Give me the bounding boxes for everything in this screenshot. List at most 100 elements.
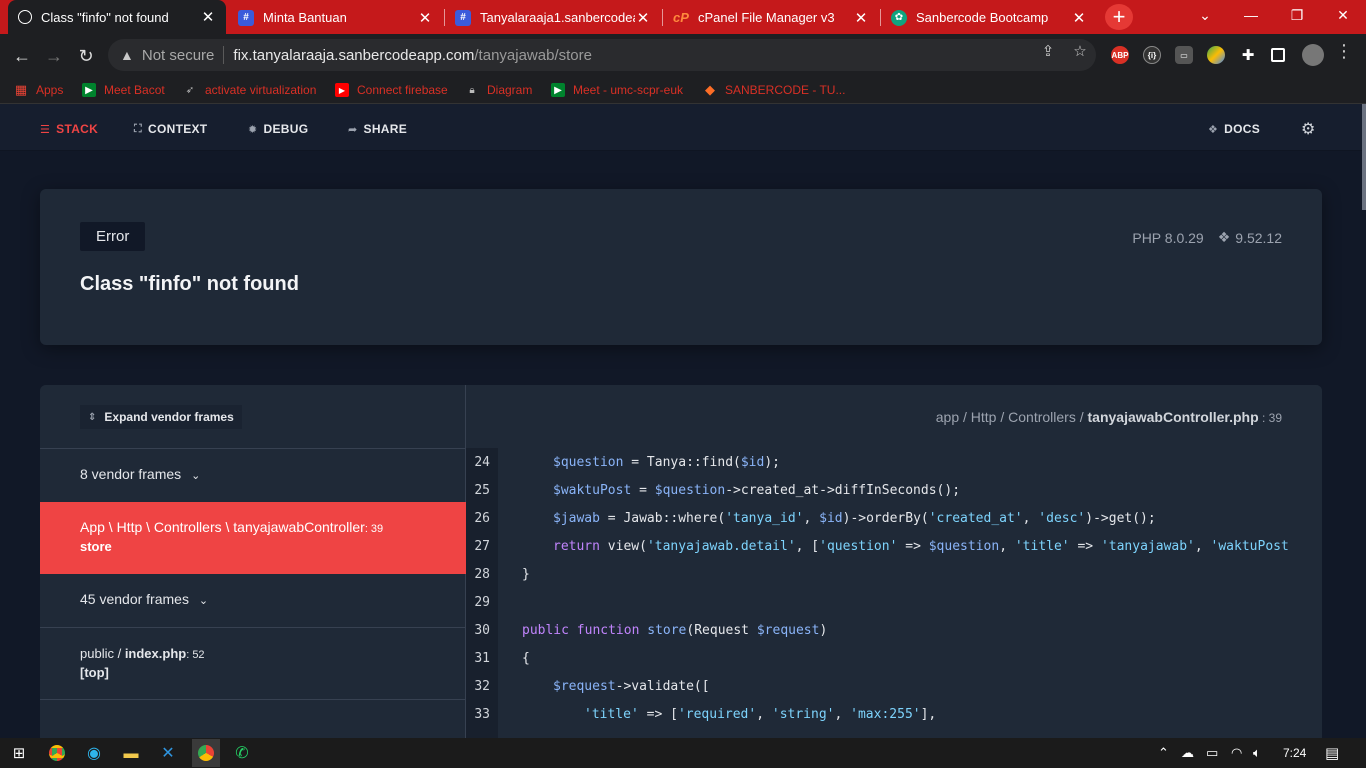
code-text: { bbox=[522, 650, 530, 666]
error-message: Class "finfo" not found bbox=[80, 273, 299, 295]
avatar[interactable] bbox=[1302, 44, 1324, 66]
bookmark-label: Apps bbox=[36, 83, 64, 97]
chevron-up-icon[interactable]: ⌃ bbox=[1158, 745, 1169, 761]
code-viewer: app / Http / Controllers / tanyajawabCon… bbox=[466, 385, 1322, 745]
stack-frame-selected[interactable]: App \ Http \ Controllers \ tanyajawabCon… bbox=[40, 502, 466, 574]
file-path[interactable]: app / Http / Controllers / tanyajawabCon… bbox=[936, 409, 1282, 425]
minimize-button[interactable]: — bbox=[1228, 0, 1274, 30]
bookmark-apps[interactable]: ▦ Apps bbox=[14, 81, 64, 99]
battery-icon[interactable]: ▭ bbox=[1206, 745, 1218, 761]
page-scrollbar[interactable] bbox=[1362, 104, 1366, 738]
puzzle-icon[interactable]: ✚ bbox=[1239, 46, 1257, 64]
code-text: $jawab = Jawab::where('tanya_id', $id)->… bbox=[553, 510, 1156, 526]
globe-icon bbox=[18, 10, 32, 24]
code-text: return view('tanyajawab.detail', ['quest… bbox=[553, 538, 1289, 554]
close-tab-icon[interactable]: ✕ bbox=[417, 9, 433, 27]
expand-label: Expand vendor frames bbox=[104, 410, 234, 424]
bookmark-activate-virtualization[interactable]: ➶ activate virtualization bbox=[183, 81, 317, 99]
whatsapp-icon[interactable]: ✆ bbox=[231, 743, 253, 763]
chrome-icon[interactable] bbox=[46, 743, 68, 763]
restore-button[interactable]: ❐ bbox=[1274, 0, 1320, 30]
laravel-version-group: ❖ 9.52.12 bbox=[1218, 229, 1282, 246]
line-number: 32 bbox=[474, 678, 490, 694]
warning-icon: ▲ bbox=[120, 47, 134, 63]
address-divider bbox=[223, 46, 225, 64]
code-line: 26 $jawab = Jawab::where('tanya_id', $id… bbox=[466, 504, 1322, 532]
volume-icon[interactable]: 🔈︎ bbox=[1253, 745, 1261, 761]
close-window-button[interactable]: ✕ bbox=[1320, 0, 1366, 30]
nav-stack[interactable]: ☰ STACK bbox=[40, 122, 98, 136]
vendor-frames-group[interactable]: 45 vendor frames ⌄ bbox=[40, 574, 466, 627]
tab-minta-bantuan[interactable]: # Minta Bantuan ✕ bbox=[228, 2, 443, 33]
stack-frame-index[interactable]: public / index.php: 52 [top] bbox=[40, 627, 466, 700]
bookmark-connect-firebase[interactable]: ▶ Connect firebase bbox=[335, 81, 448, 99]
close-tab-icon[interactable]: ✕ bbox=[1071, 9, 1087, 27]
forward-button[interactable]: → bbox=[40, 42, 68, 70]
frame-line: : 52 bbox=[186, 649, 205, 661]
extension-icon[interactable]: {i} bbox=[1143, 46, 1161, 64]
nav-context[interactable]: ⛶ CONTEXT bbox=[134, 122, 207, 136]
code-line: 28 } bbox=[466, 560, 1322, 588]
close-tab-icon[interactable]: ✕ bbox=[853, 9, 869, 27]
wifi-icon[interactable]: ◠ bbox=[1231, 745, 1242, 761]
expand-icon: ⛶ bbox=[134, 122, 142, 135]
file-dir: app / Http / Controllers / bbox=[935, 409, 1088, 425]
vendor-frames-group[interactable]: 8 vendor frames ⌄ bbox=[40, 448, 466, 502]
bookmark-star-icon[interactable]: ☆ bbox=[1070, 41, 1090, 61]
reload-button[interactable]: ↻ bbox=[72, 42, 100, 70]
windows-start-icon[interactable]: ⊞ bbox=[8, 743, 30, 763]
notifications-icon[interactable]: ▤ bbox=[1325, 744, 1339, 762]
close-tab-icon[interactable]: ✕ bbox=[635, 9, 651, 27]
bookmark-meet-umc[interactable]: ▶ Meet - umc-scpr-euk bbox=[551, 81, 683, 99]
meet-icon: ▶ bbox=[551, 83, 565, 97]
chrome-icon-active[interactable] bbox=[192, 739, 220, 767]
tab-tanyalaraaja[interactable]: # Tanyalaraaja1.sanbercodeapp ✕ bbox=[445, 2, 661, 33]
bookmark-sanbercode[interactable]: ◆ SANBERCODE - TU... bbox=[703, 81, 845, 99]
bug-icon: ✹ bbox=[248, 123, 258, 136]
code-text: $request->validate([ bbox=[553, 678, 710, 694]
settings-gear-icon[interactable]: ⚙ bbox=[1301, 119, 1316, 139]
back-button[interactable]: ← bbox=[8, 42, 36, 70]
address-bar[interactable]: ▲ Not secure fix.tanyalaraaja.sanbercode… bbox=[108, 39, 1096, 71]
error-versions: PHP 8.0.29 ❖ 9.52.12 bbox=[1132, 229, 1282, 246]
error-page-nav: ☰ STACK ⛶ CONTEXT ✹ DEBUG ➦ SHARE ❖ DOCS… bbox=[0, 104, 1362, 151]
file-explorer-icon[interactable]: ▬ bbox=[120, 743, 142, 763]
new-tab-button[interactable]: + bbox=[1105, 4, 1133, 30]
chevron-down-icon: ⌄ bbox=[198, 595, 209, 607]
bookmark-label: SANBERCODE - TU... bbox=[725, 83, 846, 97]
extension-icon[interactable] bbox=[1207, 46, 1225, 64]
edge-icon[interactable]: ◉ bbox=[83, 743, 105, 763]
tab-active[interactable]: Class "finfo" not found ✕ bbox=[8, 0, 226, 34]
nav-debug[interactable]: ✹ DEBUG bbox=[248, 122, 308, 136]
side-panel-icon[interactable] bbox=[1271, 48, 1285, 62]
scrollbar-thumb[interactable] bbox=[1362, 104, 1366, 210]
adblock-icon[interactable]: ABP bbox=[1111, 46, 1129, 64]
nav-share[interactable]: ➦ SHARE bbox=[348, 122, 407, 136]
bookmark-diagram[interactable]: 🔒︎ Diagram bbox=[465, 81, 532, 99]
line-number: 31 bbox=[474, 650, 490, 666]
tab-cpanel[interactable]: cP cPanel File Manager v3 ✕ bbox=[663, 2, 879, 33]
frame-path-line: public / index.php: 52 bbox=[80, 646, 466, 661]
nav-label: STACK bbox=[56, 122, 99, 136]
frame-method: store bbox=[80, 539, 112, 554]
share-page-icon[interactable]: ⇪ bbox=[1038, 41, 1058, 61]
code-line: 33 'title' => ['required', 'string', 'ma… bbox=[466, 700, 1322, 728]
laravel-version: 9.52.12 bbox=[1235, 229, 1282, 246]
frame-method: [top] bbox=[80, 665, 109, 680]
bookmark-meet-bacot[interactable]: ▶ Meet Bacot bbox=[82, 81, 165, 99]
browser-tab-strip: Class "finfo" not found ✕ # Minta Bantua… bbox=[0, 0, 1366, 34]
vscode-icon[interactable]: ✕ bbox=[157, 743, 179, 763]
tab-sanbercode-bootcamp[interactable]: ✿ Sanbercode Bootcamp ✕ bbox=[881, 2, 1097, 33]
code-line: 25 $waktuPost = $question->created_at->d… bbox=[466, 476, 1322, 504]
close-tab-icon[interactable]: ✕ bbox=[200, 8, 216, 26]
chatgpt-icon: ✿ bbox=[891, 9, 907, 26]
menu-kebab-icon[interactable]: ⋮ bbox=[1334, 41, 1354, 61]
cloud-icon[interactable]: ☁ bbox=[1181, 745, 1194, 761]
extension-icon[interactable]: ▭ bbox=[1175, 46, 1193, 64]
expand-vendor-frames-button[interactable]: ⇕ Expand vendor frames bbox=[80, 405, 242, 429]
nav-docs[interactable]: ❖ DOCS bbox=[1208, 122, 1260, 136]
tab-search-icon[interactable]: ⌄ bbox=[1182, 0, 1228, 30]
clock[interactable]: 7:24 bbox=[1283, 746, 1306, 760]
share-icon: ➦ bbox=[348, 123, 358, 136]
bookmarks-bar: ▦ Apps ▶ Meet Bacot ➶ activate virtualiz… bbox=[0, 76, 1366, 104]
